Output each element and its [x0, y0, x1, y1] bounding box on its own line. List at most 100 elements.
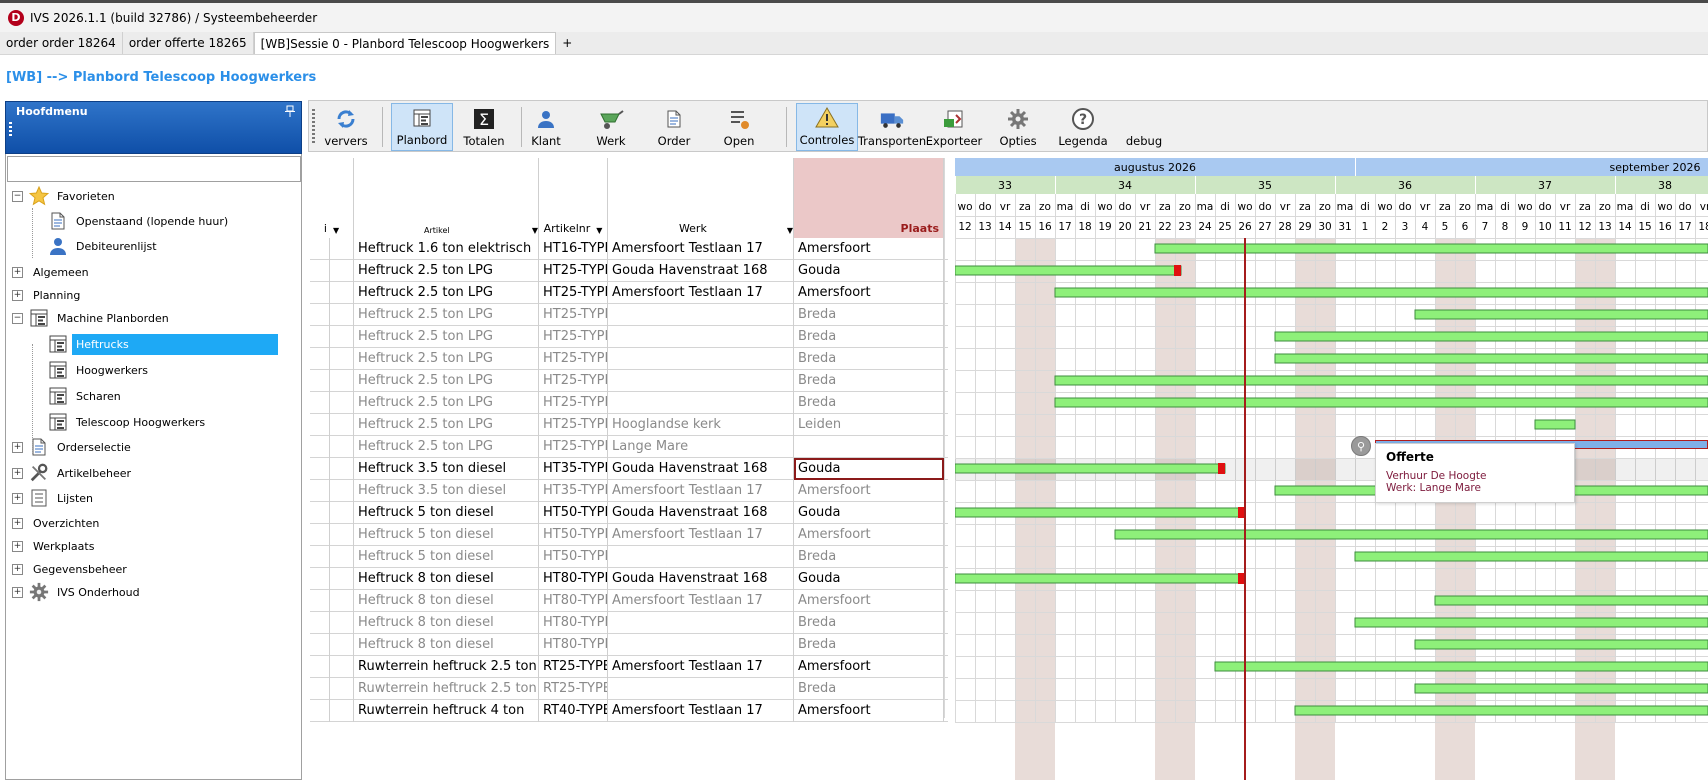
cell-artikel[interactable]: Heftruck 3.5 ton diesel: [354, 480, 539, 502]
cell-artikelnr[interactable]: RT40-TYPE: [539, 700, 608, 722]
totalen-button[interactable]: Σ Totalen: [456, 103, 512, 151]
cell-plaats[interactable]: Breda: [794, 612, 944, 634]
table-row[interactable]: Heftruck 5 ton diesel HT50-TYPE Amersfoort…: [310, 524, 948, 546]
filter-arrow-icon[interactable]: ▼: [333, 226, 339, 235]
sidebar-item-machine-planborden[interactable]: − Machine Planborden: [12, 306, 173, 330]
cell-werk[interactable]: Lange Mare: [608, 436, 794, 458]
table-row[interactable]: Heftruck 5 ton diesel HT50-TYPE Breda: [310, 546, 948, 568]
cell-artikel[interactable]: Ruwterrein heftruck 2.5 ton: [354, 656, 539, 678]
cell-artikel[interactable]: Heftruck 5 ton diesel: [354, 546, 539, 568]
table-row[interactable]: Ruwterrein heftruck 2.5 ton RT25-TYPE Amer…: [310, 656, 948, 678]
cell-indicator[interactable]: [330, 612, 354, 634]
filter-arrow-icon[interactable]: ▼: [532, 226, 538, 235]
controles-button[interactable]: Controles: [796, 103, 858, 151]
cell-indicator[interactable]: [330, 238, 354, 260]
cell-artikelnr[interactable]: HT50-TYPE: [539, 524, 608, 546]
sidebar-item-ivs-onderhoud[interactable]: + IVS Onderhoud: [12, 580, 144, 604]
cell-artikelnr[interactable]: HT25-TYPE: [539, 436, 608, 458]
expand-icon[interactable]: +: [12, 266, 23, 278]
cell-artikel[interactable]: Ruwterrein heftruck 4 ton: [354, 700, 539, 722]
sidebar-search-input[interactable]: [7, 156, 301, 182]
exporteer-button[interactable]: Exporteer: [926, 103, 982, 151]
cell-plaats[interactable]: Amersfoort: [794, 590, 944, 612]
cell-werk[interactable]: [608, 678, 794, 700]
tab-offerte-18265[interactable]: order offerte 18265: [123, 32, 254, 54]
cell-indicator[interactable]: [310, 502, 330, 524]
cell-artikelnr[interactable]: HT80-TYPE: [539, 590, 608, 612]
cell-artikelnr[interactable]: HT50-TYPE: [539, 546, 608, 568]
cell-artikel[interactable]: Heftruck 2.5 ton LPG: [354, 282, 539, 304]
cell-indicator[interactable]: [330, 590, 354, 612]
cell-plaats[interactable]: Amersfoort: [794, 524, 944, 546]
cell-plaats[interactable]: [794, 436, 944, 458]
sidebar-item-artikelbeheer[interactable]: + Artikelbeheer: [12, 461, 135, 485]
cell-indicator[interactable]: [330, 568, 354, 590]
table-row[interactable]: Heftruck 2.5 ton LPG HT25-TYPE Hooglandse …: [310, 414, 948, 436]
cell-werk[interactable]: Gouda Havenstraat 168: [608, 260, 794, 282]
cell-artikelnr[interactable]: HT35-TYPE: [539, 480, 608, 502]
cell-indicator[interactable]: [310, 678, 330, 700]
sidebar-item-orderselectie[interactable]: + Orderselectie: [12, 435, 135, 459]
table-row[interactable]: Heftruck 8 ton diesel HT80-TYPE Amersfoort…: [310, 590, 948, 612]
gantt-canvas[interactable]: augustus 2026 september 202633 34 35 36 37 38w…: [955, 158, 1708, 780]
cell-plaats[interactable]: Gouda: [794, 502, 944, 524]
cell-indicator[interactable]: [310, 634, 330, 656]
cell-artikel[interactable]: Heftruck 8 ton diesel: [354, 634, 539, 656]
table-row[interactable]: Heftruck 2.5 ton LPG HT25-TYPE Breda: [310, 370, 948, 392]
cell-indicator[interactable]: [310, 458, 330, 480]
cell-artikelnr[interactable]: HT25-TYPE: [539, 282, 608, 304]
cell-werk[interactable]: Hooglandse kerk: [608, 414, 794, 436]
cell-artikel[interactable]: Heftruck 8 ton diesel: [354, 568, 539, 590]
cell-artikelnr[interactable]: HT25-TYPE: [539, 392, 608, 414]
cell-artikel[interactable]: Heftruck 3.5 ton diesel: [354, 458, 539, 480]
sidebar-item-openstaand-lopende-huur[interactable]: Openstaand (lopende huur): [48, 209, 232, 233]
expand-icon[interactable]: +: [12, 586, 23, 598]
cell-indicator[interactable]: [310, 436, 330, 458]
cell-indicator[interactable]: [310, 282, 330, 304]
cell-artikelnr[interactable]: HT80-TYPE: [539, 568, 608, 590]
cell-werk[interactable]: Gouda Havenstraat 168: [608, 568, 794, 590]
cell-plaats[interactable]: Breda: [794, 326, 944, 348]
cell-plaats[interactable]: Amersfoort: [794, 282, 944, 304]
cell-indicator[interactable]: [330, 656, 354, 678]
table-row[interactable]: Heftruck 8 ton diesel HT80-TYPE Gouda Have…: [310, 568, 948, 590]
cell-indicator[interactable]: [310, 304, 330, 326]
cell-werk[interactable]: Gouda Havenstraat 168: [608, 502, 794, 524]
cell-artikel[interactable]: Heftruck 2.5 ton LPG: [354, 348, 539, 370]
cell-indicator[interactable]: [330, 326, 354, 348]
table-row[interactable]: Ruwterrein heftruck 4 ton RT40-TYPE Amersf…: [310, 700, 948, 722]
cell-artikelnr[interactable]: HT25-TYPE: [539, 326, 608, 348]
cell-plaats[interactable]: Gouda: [794, 260, 944, 282]
cell-werk[interactable]: Amersfoort Testlaan 17: [608, 656, 794, 678]
sidebar-item-heftrucks[interactable]: Heftrucks: [48, 332, 278, 356]
cell-indicator[interactable]: [310, 590, 330, 612]
cell-werk[interactable]: Amersfoort Testlaan 17: [608, 238, 794, 260]
cell-werk[interactable]: Gouda Havenstraat 168: [608, 458, 794, 480]
cell-werk[interactable]: [608, 370, 794, 392]
debug-button[interactable]: debug: [1118, 103, 1170, 151]
cell-artikelnr[interactable]: RT25-TYPE: [539, 678, 608, 700]
cell-artikelnr[interactable]: RT25-TYPE: [539, 656, 608, 678]
link-icon[interactable]: ⚲: [1351, 436, 1371, 456]
table-row[interactable]: Heftruck 2.5 ton LPG HT25-TYPE Breda: [310, 392, 948, 414]
cell-artikel[interactable]: Heftruck 2.5 ton LPG: [354, 436, 539, 458]
cell-plaats[interactable]: Amersfoort: [794, 480, 944, 502]
open-button[interactable]: Open: [711, 103, 767, 151]
cell-werk[interactable]: [608, 612, 794, 634]
planbord-button[interactable]: Planbord: [391, 103, 453, 151]
cell-indicator[interactable]: [330, 502, 354, 524]
expand-icon[interactable]: +: [12, 467, 23, 479]
cell-artikelnr[interactable]: HT80-TYPE: [539, 634, 608, 656]
cell-plaats[interactable]: Breda: [794, 370, 944, 392]
table-row[interactable]: Heftruck 5 ton diesel HT50-TYPE Gouda Have…: [310, 502, 948, 524]
cell-indicator[interactable]: [310, 260, 330, 282]
table-row[interactable]: Heftruck 8 ton diesel HT80-TYPE Breda: [310, 634, 948, 656]
cell-artikel[interactable]: Heftruck 1.6 ton elektrisch: [354, 238, 539, 260]
ververs-button[interactable]: ververs: [315, 103, 377, 151]
column-header-werk[interactable]: Werk ▼: [608, 158, 794, 238]
cell-artikel[interactable]: Heftruck 2.5 ton LPG: [354, 260, 539, 282]
cell-indicator[interactable]: [330, 634, 354, 656]
column-header-artikelnr[interactable]: Artikelnr ▼: [539, 158, 608, 238]
sidebar-item-algemeen[interactable]: + Algemeen: [12, 260, 93, 284]
cell-plaats[interactable]: Leiden: [794, 414, 944, 436]
